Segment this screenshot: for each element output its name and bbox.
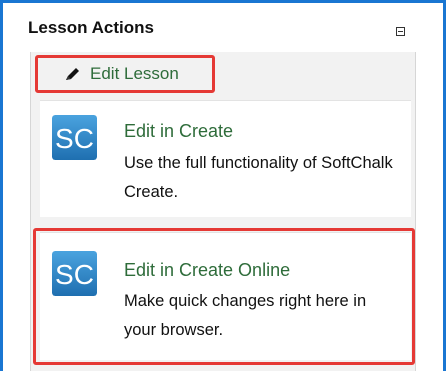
- edit-lesson-link[interactable]: Edit Lesson: [66, 57, 179, 91]
- minus-box-icon[interactable]: [396, 27, 405, 36]
- panel-title: Lesson Actions: [28, 18, 154, 37]
- option-description: Use the full functionality of SoftChalk …: [124, 154, 393, 201]
- svg-text:SC: SC: [55, 123, 94, 154]
- option-title[interactable]: Edit in Create: [124, 121, 233, 142]
- option-edit-in-create[interactable]: SC Edit in Create Use the full functiona…: [40, 100, 411, 217]
- highlight-edit-online: [33, 228, 415, 365]
- softchalk-logo-icon: SC: [52, 115, 97, 160]
